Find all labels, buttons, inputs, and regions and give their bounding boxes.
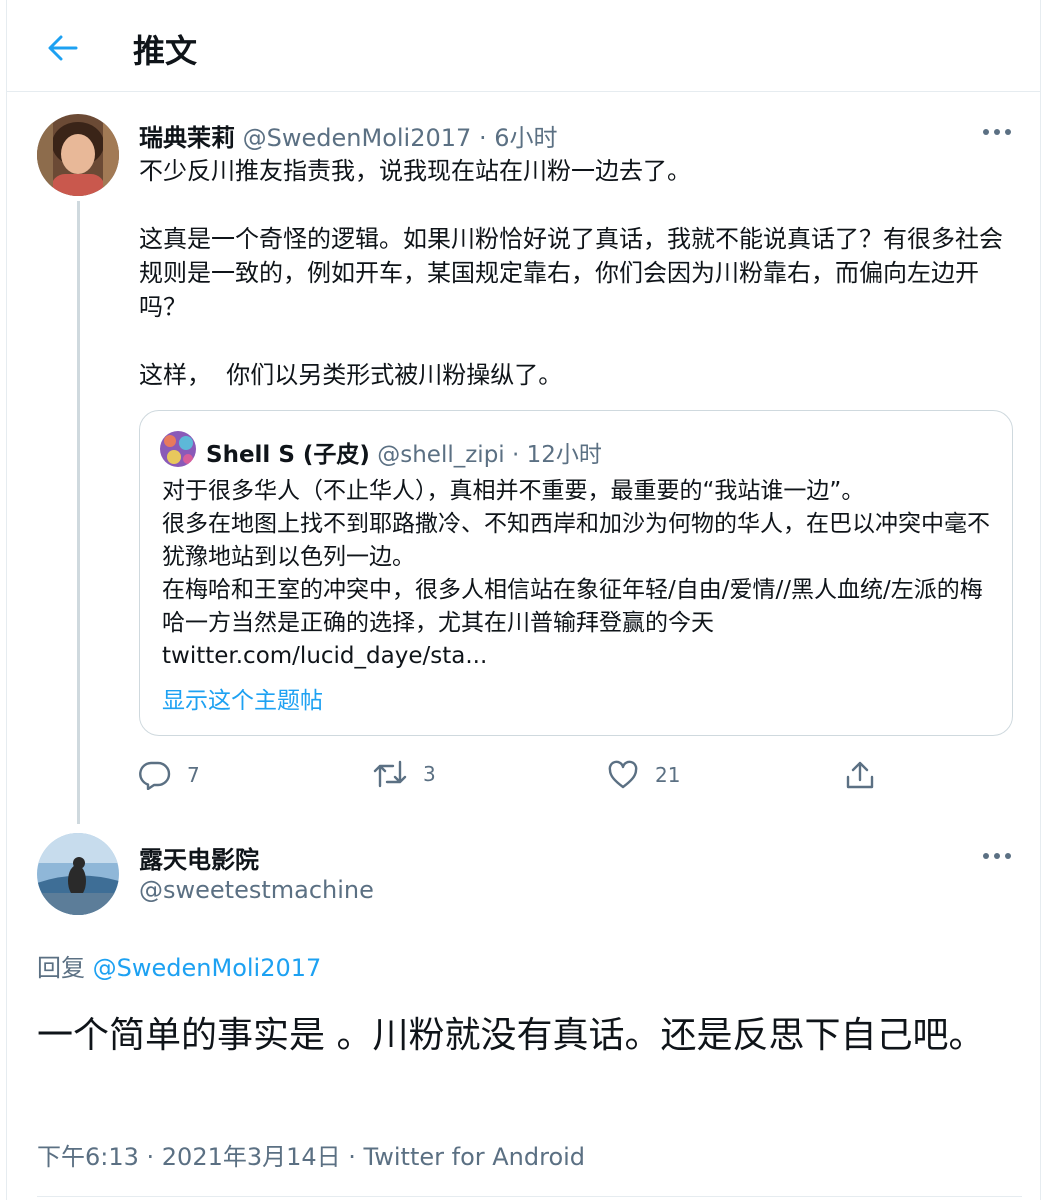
retweet-count: 3	[423, 762, 436, 786]
replying-to-prefix: 回复	[37, 954, 85, 982]
meta-dot: ·	[478, 124, 487, 152]
reply-more-button[interactable]	[977, 840, 1017, 872]
quote-avatar	[160, 431, 196, 467]
reply-author-handle[interactable]: @sweetestmachine	[139, 876, 374, 904]
app-frame: 推文 瑞典茉莉 @SwedenMoli2017 · 6小时 不少反川推友指责我，…	[6, 0, 1041, 1200]
more-icon	[983, 129, 1011, 135]
reply-count: 7	[187, 763, 200, 787]
avatar[interactable]	[37, 114, 119, 196]
share-button[interactable]	[845, 760, 875, 790]
quote-author-handle: @shell_zipi	[377, 442, 505, 468]
more-button[interactable]	[977, 116, 1017, 148]
page-title: 推文	[133, 32, 198, 70]
divider	[37, 1196, 1022, 1197]
quote-time: 12小时	[526, 442, 602, 468]
like-icon	[608, 760, 638, 789]
quote-meta-dot: ·	[512, 442, 520, 468]
tweet-text: 不少反川推友指责我，说我现在站在川粉一边去了。 这真是一个奇怪的逻辑。如果川粉恰…	[139, 157, 1003, 389]
quote-author-name: Shell S (子皮)	[206, 442, 370, 468]
tweet-author-row: 瑞典茉莉 @SwedenMoli2017 · 6小时	[139, 118, 558, 153]
thread-line	[77, 201, 80, 824]
more-icon	[983, 853, 1011, 859]
tweet-time[interactable]: 6小时	[494, 124, 557, 152]
like-count: 21	[655, 763, 681, 787]
reply-button[interactable]: 7	[139, 760, 200, 790]
quote-text: 对于很多华人（不止华人），真相并不重要，最重要的“我站谁一边”。 很多在地图上找…	[162, 478, 990, 669]
header: 推文	[7, 0, 1040, 92]
reply-avatar[interactable]	[37, 833, 119, 915]
back-arrow-icon	[48, 35, 78, 61]
quote-tweet-card[interactable]: Shell S (子皮) @shell_zipi · 12小时 对于很多华人（不…	[139, 410, 1013, 736]
retweet-button[interactable]: 3	[373, 760, 436, 788]
reply-icon	[139, 761, 171, 790]
like-button[interactable]: 21	[607, 760, 680, 790]
reply-timestamp[interactable]: 下午6:13 · 2021年3月14日 · Twitter for Androi…	[37, 1137, 585, 1172]
reply-text: 一个简单的事实是 。川粉就没有真话。还是反思下自己吧。	[37, 1015, 985, 1056]
reply-author-name[interactable]: 露天电影院	[139, 840, 259, 875]
author-handle[interactable]: @SwedenMoli2017	[243, 124, 472, 152]
replying-to: 回复 @SwedenMoli2017	[37, 948, 321, 983]
retweet-icon	[373, 760, 407, 788]
author-name[interactable]: 瑞典茉莉	[139, 124, 235, 152]
quote-author-row: Shell S (子皮) @shell_zipi · 12小时	[206, 435, 602, 469]
back-button[interactable]	[43, 28, 83, 68]
replying-to-handle[interactable]: @SwedenMoli2017	[93, 954, 322, 982]
share-icon	[846, 761, 874, 789]
show-thread-link[interactable]: 显示这个主题帖	[162, 681, 323, 715]
